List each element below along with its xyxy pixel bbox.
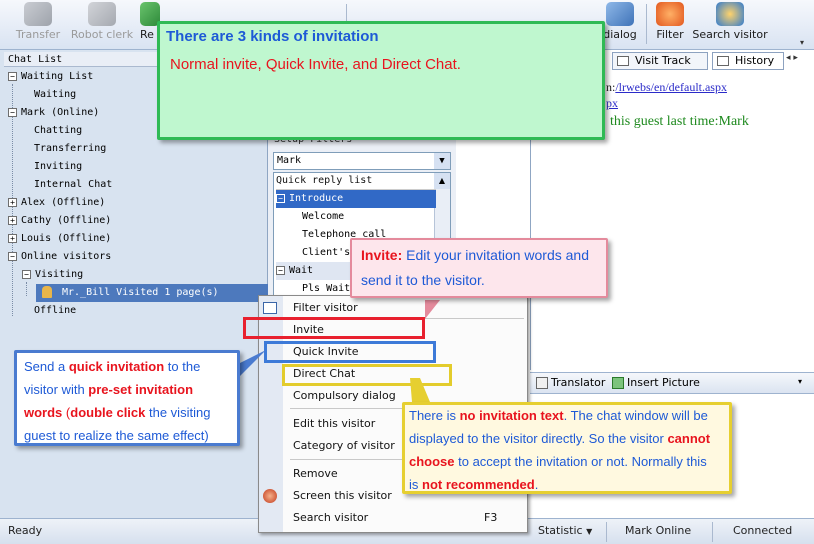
- callout-invite-line1: Invite: Edit your invitation words and: [361, 247, 589, 263]
- callout-kinds-title: There are 3 kinds of invitation: [166, 28, 379, 45]
- direct-connector: [410, 378, 430, 402]
- callout-direct-chat: There is no invitation text. The chat wi…: [402, 402, 732, 494]
- callout-invite: Invite: Edit your invitation words and s…: [350, 238, 608, 298]
- callout-kinds-body: Normal invite, Quick Invite, and Direct …: [170, 56, 461, 73]
- invite-connector: [425, 300, 440, 319]
- callout-quick-invite: Send a quick invitation to the visitor w…: [14, 350, 240, 446]
- callout-invitation-kinds: There are 3 kinds of invitation Normal i…: [157, 21, 605, 140]
- callout-direct-text: There is no invitation text. The chat wi…: [409, 408, 711, 492]
- quick-connector: [236, 350, 266, 380]
- callout-invite-line2: send it to the visitor.: [361, 272, 485, 288]
- callout-quick-text: Send a quick invitation to the visitor w…: [24, 359, 211, 443]
